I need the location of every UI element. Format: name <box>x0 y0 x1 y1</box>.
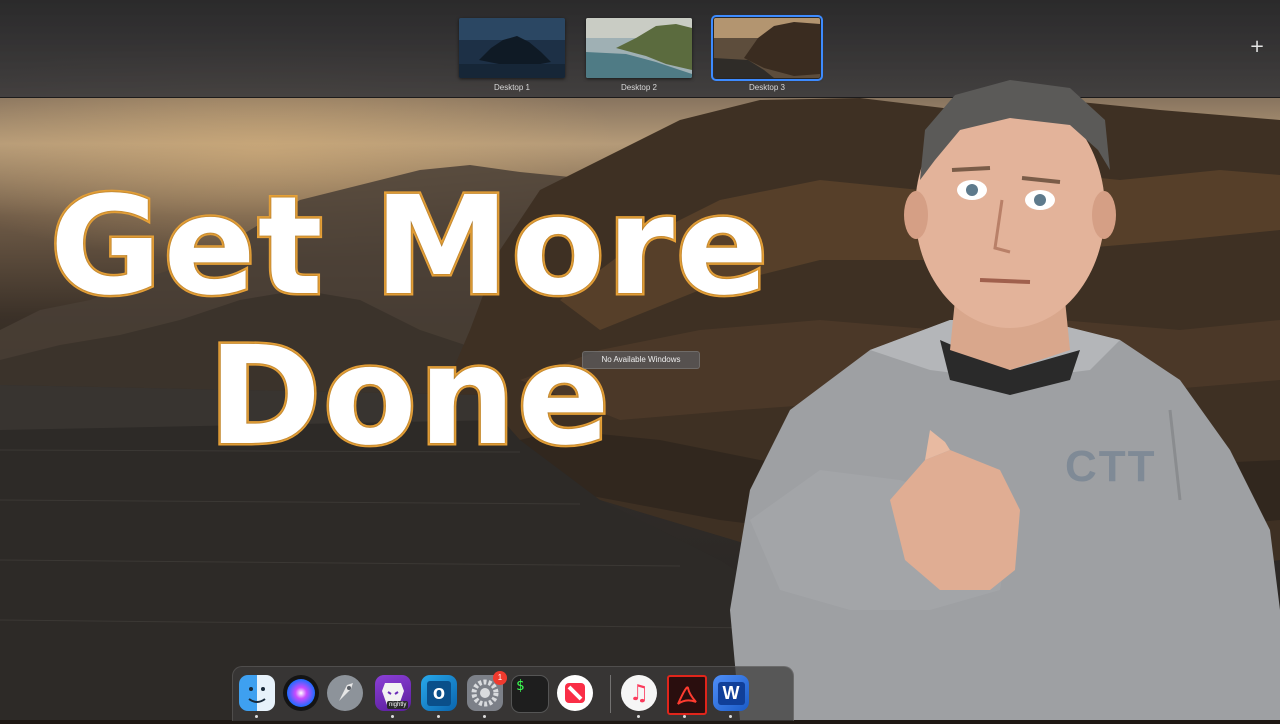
hoodie-logo-text: CTT <box>1065 442 1157 491</box>
dock-item-finder[interactable] <box>239 675 275 711</box>
no-available-windows-label: No Available Windows <box>582 351 700 369</box>
headline-line-2: Done <box>206 318 612 476</box>
dock-separator <box>610 675 611 713</box>
music-note-icon: ♫ <box>629 680 649 706</box>
headline: Get More Done <box>0 168 820 476</box>
space-label-desktop-1: Desktop 1 <box>493 83 531 92</box>
dock: nightly o 1 $ ♫ W <box>232 666 794 721</box>
dock-running-indicator-system-preferences <box>483 715 486 718</box>
dock-item-news[interactable] <box>557 675 593 711</box>
notification-badge: 1 <box>493 671 507 685</box>
dock-running-indicator-finder <box>255 715 258 718</box>
dock-item-acrobat[interactable] <box>667 675 707 715</box>
dock-running-indicator-brave <box>391 715 394 718</box>
dock-item-outlook[interactable]: o <box>421 675 457 711</box>
dock-item-word[interactable]: W <box>713 675 749 711</box>
rocket-icon <box>339 683 353 701</box>
outlook-icon: o <box>426 680 452 706</box>
presenter-figure <box>730 80 1280 720</box>
terminal-icon: $ <box>516 678 525 694</box>
dock-item-launchpad[interactable] <box>327 675 363 711</box>
dock-item-brave-nightly[interactable]: nightly <box>375 675 411 711</box>
dock-item-terminal[interactable]: $ <box>511 675 549 713</box>
dock-running-indicator-outlook <box>437 715 440 718</box>
word-icon: W <box>717 681 745 705</box>
dock-item-music[interactable]: ♫ <box>621 675 657 711</box>
space-thumbnail-desktop-1[interactable] <box>459 18 565 78</box>
desktop-2-wallpaper-thumbnail <box>586 18 692 78</box>
dock-running-indicator-word <box>729 715 732 718</box>
news-icon <box>565 683 585 703</box>
dock-item-system-preferences[interactable]: 1 <box>467 671 507 711</box>
nightly-tag: nightly <box>387 701 409 709</box>
presenter: CTT <box>710 50 1280 720</box>
space-thumbnail-desktop-2[interactable] <box>586 18 692 78</box>
dock-running-indicator-music <box>637 715 640 718</box>
desktop-1-wallpaper-thumbnail <box>459 18 565 78</box>
siri-icon <box>287 679 315 707</box>
dock-item-siri[interactable] <box>283 675 319 711</box>
space-label-desktop-2: Desktop 2 <box>620 83 658 92</box>
headline-line-1: Get More <box>47 168 771 326</box>
acrobat-icon <box>677 686 697 705</box>
dock-running-indicator-acrobat <box>683 715 686 718</box>
finder-icon <box>248 687 266 703</box>
